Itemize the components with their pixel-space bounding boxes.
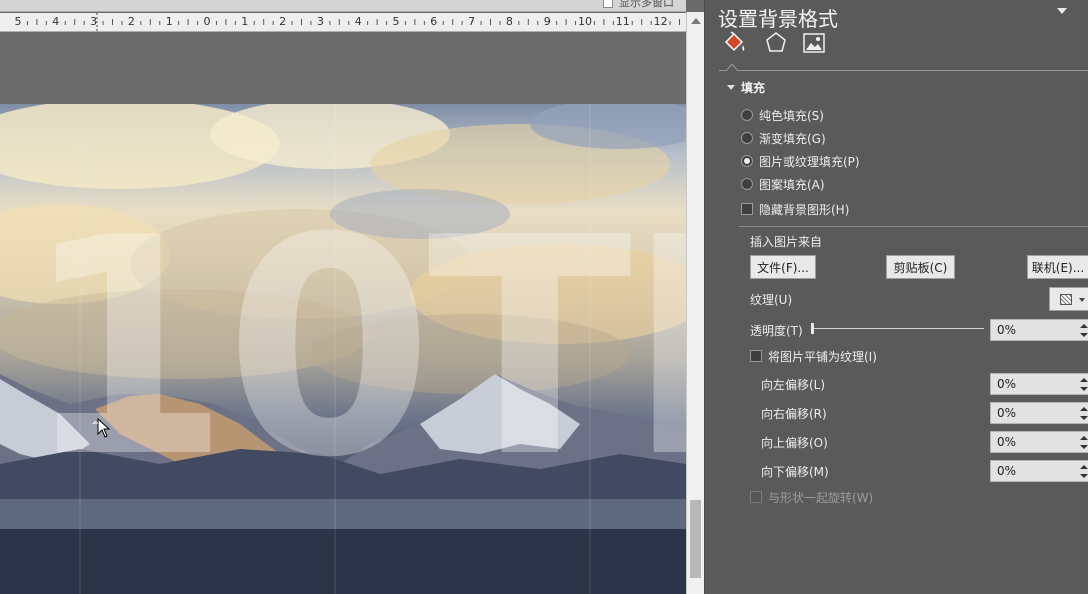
ruler-number: 11 [615,15,630,28]
offset-left-spinner[interactable]: 0% [990,373,1088,395]
ruler-number: 2 [127,15,135,28]
radio-gradient-fill[interactable]: 渐变填充(G) [741,129,826,147]
checkbox[interactable] [741,203,753,215]
radio-button[interactable] [741,109,753,121]
ruler-number: 0 [203,15,211,28]
section-divider [739,226,1088,227]
multi-window-label: 显示多窗口 [619,0,674,9]
ruler-number: 7 [468,15,476,28]
pane-options-dropdown-icon[interactable] [1057,8,1067,14]
ruler-number: 8 [505,15,513,28]
window-top-strip: 显示多窗口 [0,0,686,12]
scroll-up-icon[interactable] [691,18,701,24]
offset-bottom-spinner[interactable]: 0% [990,460,1088,482]
effects-icon[interactable] [763,30,789,56]
texture-swatch-icon [1060,294,1072,305]
spin-up-icon[interactable] [1080,324,1088,328]
ruler-number: 5 [14,15,22,28]
ruler-number: 2 [279,15,287,28]
spin-up-icon[interactable] [1080,378,1088,382]
picture-icon[interactable] [801,30,827,56]
radio-button[interactable] [741,132,753,144]
spin-down-icon[interactable] [1080,416,1088,420]
ruler-number: 1 [241,15,249,28]
spin-down-icon[interactable] [1080,333,1088,337]
insert-from-label: 插入图片来自 [750,235,823,249]
horizontal-ruler: 5 4 3 2 1 0 1 2 3 4 5 6 7 8 9 10 11 12 [0,13,686,32]
spin-up-icon[interactable] [1080,436,1088,440]
spin-down-icon[interactable] [1080,387,1088,391]
chevron-down-icon [1079,298,1085,302]
canvas-background [0,33,686,104]
offset-right-spinner[interactable]: 0% [990,402,1088,424]
radio-pattern-fill[interactable]: 图案填充(A) [741,175,825,193]
slide-canvas[interactable]: 10TH [0,104,686,594]
offset-left-label: 向左偏移(L) [761,378,826,392]
multi-window-checkbox[interactable] [603,0,613,8]
spin-up-icon[interactable] [1080,407,1088,411]
ruler-number: 3 [90,15,98,28]
checkbox-disabled[interactable] [750,491,762,503]
collapse-triangle-icon[interactable] [727,85,735,90]
texture-label: 纹理(U) [750,293,793,307]
ruler-number: 9 [543,15,551,28]
tile-picture-as-texture[interactable]: 将图片平铺为纹理(I) [750,348,877,364]
fill-section-header[interactable]: 填充 [727,79,765,96]
scrollbar-thumb[interactable] [690,500,701,578]
radio-solid-fill[interactable]: 纯色填充(S) [741,106,824,124]
ruler-number: 4 [52,15,60,28]
rotate-with-shape[interactable]: 与形状一起旋转(W) [750,489,873,505]
online-button[interactable]: 联机(E)... [1027,255,1088,279]
radio-picture-texture-fill[interactable]: 图片或纹理填充(P) [741,152,860,170]
radio-button-selected[interactable] [741,155,753,167]
offset-top-spinner[interactable]: 0% [990,431,1088,453]
tab-divider [719,70,1088,71]
radio-button[interactable] [741,178,753,190]
transparency-spinner[interactable]: 0% [990,319,1088,341]
vertical-scrollbar[interactable] [686,12,704,594]
slide-editor: 显示多窗口 5 4 3 2 1 0 1 2 3 4 5 6 7 8 9 10 11 12 [0,0,704,594]
transparency-label: 透明度(T) [750,324,803,338]
transparency-slider-track[interactable] [811,328,984,329]
ruler-number: 10 [578,15,592,28]
ruler-number: 6 [430,15,438,28]
offset-right-label: 向右偏移(R) [761,407,827,421]
texture-dropdown[interactable] [1049,287,1088,311]
offset-bottom-label: 向下偏移(M) [761,465,829,479]
hide-background-graphics[interactable]: 隐藏背景图形(H) [741,200,849,218]
move-cursor-icon [92,416,116,443]
spin-down-icon[interactable] [1080,445,1088,449]
offset-top-label: 向上偏移(O) [761,436,828,450]
ruler-number: 5 [392,15,400,28]
clipboard-button[interactable]: 剪贴板(C) [886,255,955,279]
checkbox[interactable] [750,350,762,362]
ruler-number: 3 [316,15,324,28]
ruler-number: 12 [653,15,668,28]
transparency-slider-thumb[interactable] [811,323,814,334]
pane-title: 设置背景格式 [718,7,838,31]
format-background-pane: 设置背景格式 填充 纯色填充(S) 渐变填充(G) 图片或纹理填充(P) 图案填… [704,0,1088,594]
slide-title-text[interactable]: 10TH [22,199,686,499]
spin-down-icon[interactable] [1080,474,1088,478]
file-button[interactable]: 文件(F)... [750,255,816,279]
ruler-number: 1 [165,15,173,28]
active-tab-notch [726,64,738,71]
ruler-number: 4 [354,15,362,28]
spin-up-icon[interactable] [1080,465,1088,469]
fill-line-icon[interactable] [722,30,748,56]
